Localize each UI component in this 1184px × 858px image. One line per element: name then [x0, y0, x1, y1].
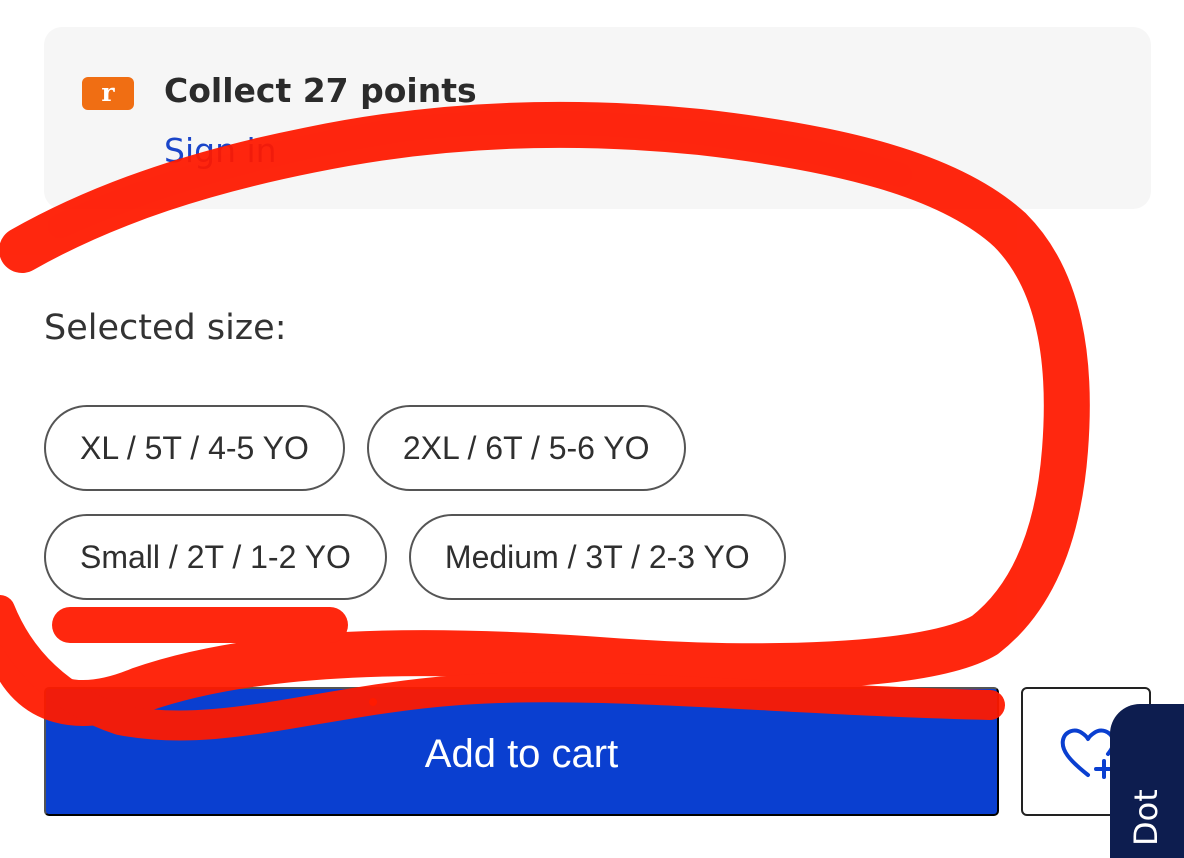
size-options-row: Small / 2T / 1-2 YO Medium / 3T / 2-3 YO [44, 514, 1044, 600]
size-option-2xl[interactable]: 2XL / 6T / 5-6 YO [366, 405, 686, 491]
size-option-small[interactable]: Small / 2T / 1-2 YO [44, 514, 387, 600]
side-tab[interactable]: Dot [1110, 704, 1184, 858]
side-tab-label: Dot [1127, 789, 1165, 846]
size-option-medium[interactable]: Medium / 3T / 2-3 YO [408, 514, 786, 600]
size-options-row: XL / 5T / 4-5 YO 2XL / 6T / 5-6 YO [44, 405, 1044, 491]
add-to-cart-button[interactable]: Add to cart [44, 687, 999, 816]
rewards-logo-icon: r [82, 77, 134, 110]
sign-in-link[interactable]: Sign in [164, 130, 277, 172]
rewards-points-title: Collect 27 points [164, 71, 477, 110]
size-option-xl[interactable]: XL / 5T / 4-5 YO [44, 405, 345, 491]
rewards-card: r Collect 27 points Sign in [44, 27, 1151, 209]
size-options: XL / 5T / 4-5 YO 2XL / 6T / 5-6 YO Small… [44, 405, 1044, 623]
selected-size-label: Selected size: [44, 308, 287, 348]
product-purchase-panel: r Collect 27 points Sign in Selected siz… [0, 0, 1184, 858]
